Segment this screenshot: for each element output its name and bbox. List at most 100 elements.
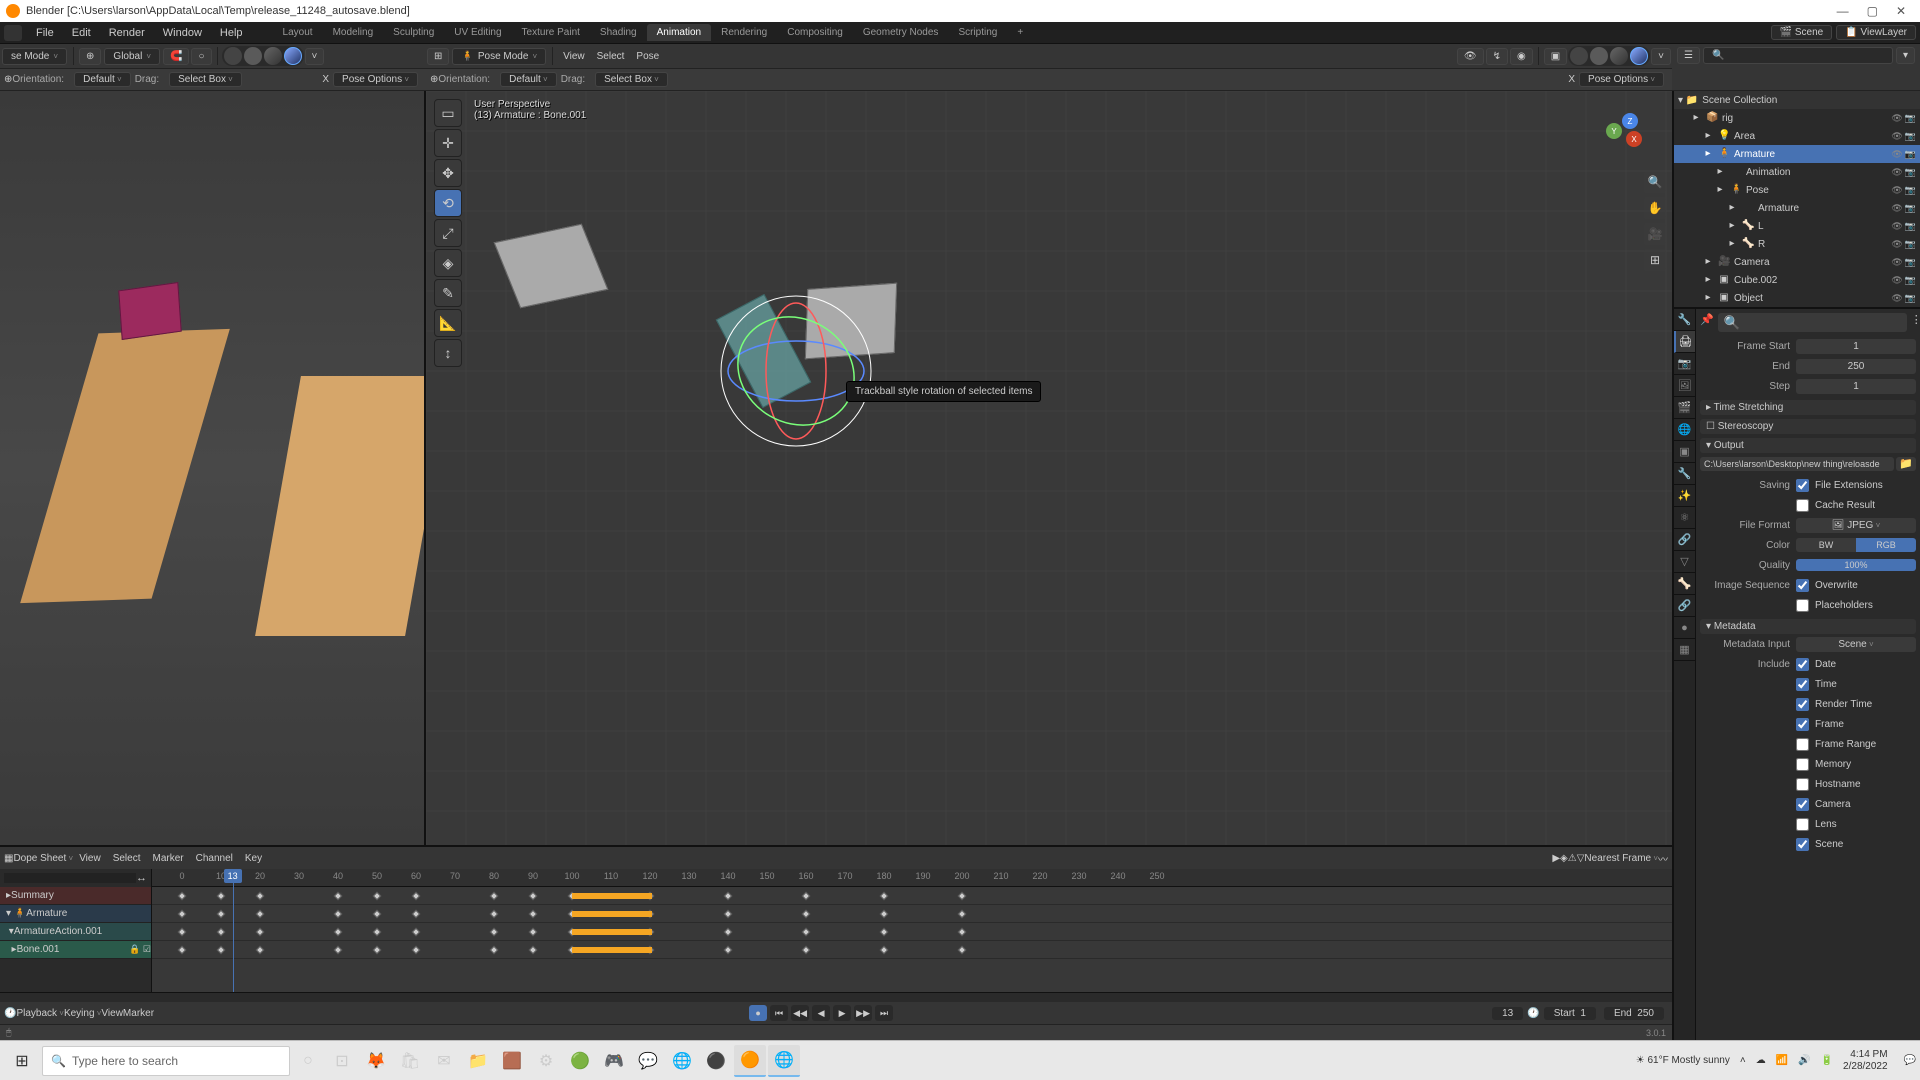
include-memory-checkbox[interactable] (1796, 758, 1809, 771)
dope-view-menu[interactable]: View (73, 851, 107, 866)
xray-toggle[interactable]: ▣ (1544, 48, 1567, 65)
dopesheet-track-row[interactable] (152, 923, 1672, 941)
outliner-item[interactable]: ▸🧍Pose👁📷 (1674, 181, 1920, 199)
include-lens-checkbox[interactable] (1796, 818, 1809, 831)
perspective-icon[interactable]: ⊞ (1644, 249, 1666, 271)
color-rgb-toggle[interactable]: RGB (1856, 538, 1916, 552)
viewlayer-selector[interactable]: 📋 ViewLayer (1836, 25, 1916, 40)
keyframe[interactable] (178, 927, 186, 935)
prop-tab-physics[interactable]: ⚛ (1674, 507, 1695, 529)
keyframe[interactable] (334, 945, 342, 953)
timeline-editor-icon[interactable]: 🕐 (4, 1008, 16, 1019)
keyframe[interactable] (958, 945, 966, 953)
tray-wifi-icon[interactable]: 📶 (1776, 1055, 1788, 1066)
tab-geometry-nodes[interactable]: Geometry Nodes (853, 24, 949, 41)
view-menu[interactable]: View (557, 49, 591, 64)
wireframe-shading-icon[interactable] (224, 47, 242, 65)
timeline-marker-menu[interactable]: Marker (123, 1008, 154, 1019)
keyframe[interactable] (217, 927, 225, 935)
channel-summary[interactable]: ▸ Summary (0, 887, 151, 905)
select-tool[interactable]: ▭ (434, 99, 462, 127)
xbox-icon[interactable]: 🎮 (598, 1045, 630, 1077)
cache-result-checkbox[interactable] (1796, 499, 1809, 512)
output-path-field[interactable]: C:\Users\larson\Desktop\new thing\reloas… (1700, 457, 1894, 471)
frame-start-field[interactable]: 1 (1796, 339, 1916, 354)
outliner-item[interactable]: ▸💡Area👁📷 (1674, 127, 1920, 145)
prop-tab-scene[interactable]: 🎬 (1674, 397, 1695, 419)
shading-mode-left[interactable] (222, 46, 304, 66)
mode-dropdown-right[interactable]: 🧍 Pose Mode (452, 48, 546, 65)
keyframe[interactable] (178, 891, 186, 899)
mirror-x-button-r[interactable]: X (1568, 74, 1575, 85)
outliner-search[interactable]: 🔍 (1703, 47, 1893, 64)
playback-menu[interactable]: Playback (16, 1008, 63, 1019)
playhead-handle[interactable]: 13 (224, 869, 242, 883)
chrome-icon[interactable]: 🌐 (666, 1045, 698, 1077)
dope-filter-icon[interactable]: ▽ (1577, 853, 1585, 864)
measure-tool[interactable]: 📐 (434, 309, 462, 337)
properties-search[interactable] (1718, 313, 1907, 332)
include-render-time-checkbox[interactable] (1796, 698, 1809, 711)
pose-options-right[interactable]: Pose Options (1579, 72, 1664, 87)
keyframe[interactable] (490, 927, 498, 935)
shading-options-left[interactable]: ˅ (305, 48, 325, 65)
prop-tab-modifier[interactable]: 🔧 (1674, 463, 1695, 485)
play-reverse-button[interactable]: ◀ (812, 1005, 830, 1021)
time-stretching-panel[interactable]: ▸ Time Stretching (1700, 400, 1916, 415)
keyframe[interactable] (802, 945, 810, 953)
metadata-input-dropdown[interactable]: Scene (1796, 637, 1916, 652)
overlay-toggle[interactable]: ◉ (1510, 48, 1533, 65)
file-format-dropdown[interactable]: 🖼 JPEG (1796, 518, 1916, 533)
navigation-gizmo[interactable]: Y Z X (1586, 103, 1642, 159)
outliner-item[interactable]: ▸📦rig👁📷 (1674, 109, 1920, 127)
color-bw-toggle[interactable]: BW (1796, 538, 1856, 552)
include-frame-range-checkbox[interactable] (1796, 738, 1809, 751)
dopesheet-editor-icon[interactable]: ▦ (4, 853, 13, 864)
include-date-checkbox[interactable] (1796, 658, 1809, 671)
tab-modeling[interactable]: Modeling (323, 24, 384, 41)
frame-lock-icon[interactable]: 🕐 (1527, 1008, 1539, 1019)
prop-tab-world[interactable]: 🌐 (1674, 419, 1695, 441)
keyframe[interactable] (802, 891, 810, 899)
rendered-shading-icon-r[interactable] (1630, 47, 1648, 65)
outliner-root[interactable]: ▾ 📁 Scene Collection (1674, 91, 1920, 109)
outliner-editor-icon[interactable]: ☰ (1677, 47, 1700, 64)
tab-texture-paint[interactable]: Texture Paint (512, 24, 590, 41)
dope-filter-1[interactable]: ▶ (1552, 853, 1560, 864)
dope-filter-3[interactable]: ⚠ (1568, 853, 1577, 864)
keyframe[interactable] (334, 891, 342, 899)
tray-onedrive-icon[interactable]: ☁ (1756, 1055, 1766, 1066)
start-button[interactable]: ⊞ (4, 1045, 40, 1077)
tray-chevron-icon[interactable]: ˄ (1740, 1055, 1746, 1066)
tab-compositing[interactable]: Compositing (777, 24, 853, 41)
keyframe[interactable] (529, 891, 537, 899)
explorer-icon[interactable]: 📁 (462, 1045, 494, 1077)
channel-expand-icon[interactable]: ↔ (136, 872, 147, 884)
dopesheet-track-area[interactable]: 0102030405060708090100110120130140150160… (152, 869, 1672, 992)
prop-tab-viewlayer[interactable]: 🖼 (1674, 375, 1695, 397)
chrome-taskbar-icon[interactable]: 🌐 (768, 1045, 800, 1077)
keyframe[interactable] (412, 945, 420, 953)
keyframe[interactable] (880, 891, 888, 899)
blender-taskbar-icon[interactable]: 🟠 (734, 1045, 766, 1077)
rotation-gizmo[interactable] (706, 281, 886, 461)
tray-volume-icon[interactable]: 🔊 (1798, 1055, 1810, 1066)
dopesheet-track-row[interactable] (152, 905, 1672, 923)
keyframe[interactable] (880, 927, 888, 935)
frame-step-field[interactable]: 1 (1796, 379, 1916, 394)
jump-start-button[interactable]: ⏮ (770, 1005, 788, 1021)
outliner-item[interactable]: ▸Animation👁📷 (1674, 163, 1920, 181)
outliner-item[interactable]: ▸🦴R👁📷 (1674, 235, 1920, 253)
mirror-x-button[interactable]: X (322, 74, 329, 85)
dope-snap-icon[interactable]: 〰 (1658, 851, 1668, 866)
jump-end-button[interactable]: ⏭ (875, 1005, 893, 1021)
file-extensions-checkbox[interactable] (1796, 479, 1809, 492)
keyframe[interactable] (958, 909, 966, 917)
keyframe[interactable] (724, 891, 732, 899)
close-button[interactable]: ✕ (1896, 4, 1906, 18)
frame-end-field[interactable]: 250 (1796, 359, 1916, 374)
solid-shading-icon-r[interactable] (1590, 47, 1608, 65)
keyframe[interactable] (178, 909, 186, 917)
prop-tab-bone[interactable]: 🦴 (1674, 573, 1695, 595)
keyframe[interactable] (490, 945, 498, 953)
